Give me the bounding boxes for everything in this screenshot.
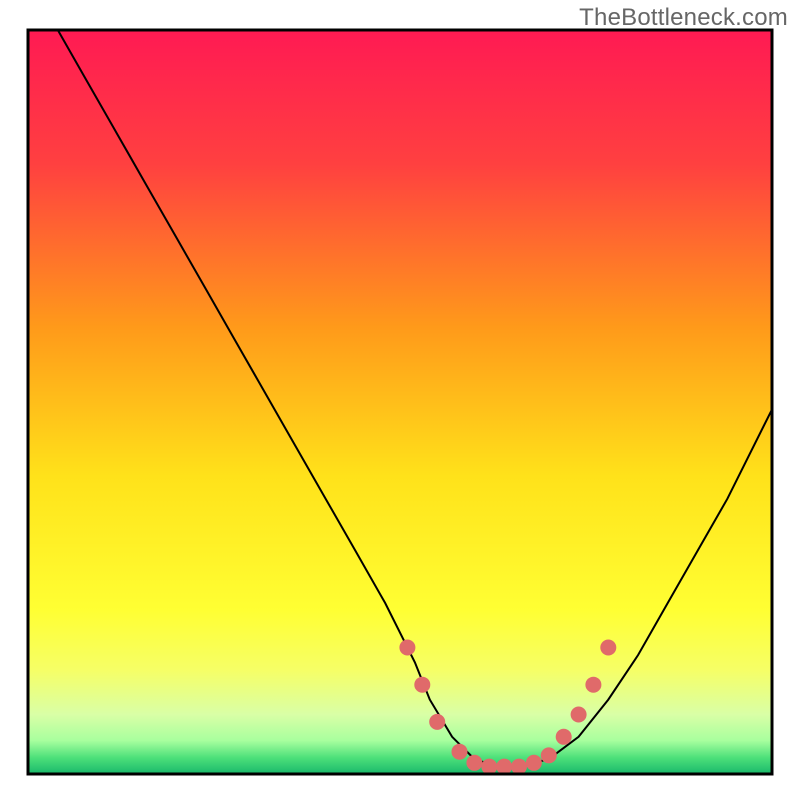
marker-point — [571, 707, 587, 723]
marker-point — [526, 755, 542, 771]
marker-point — [429, 714, 445, 730]
marker-point — [556, 729, 572, 745]
plot-background — [28, 30, 772, 774]
bottleneck-chart — [0, 0, 800, 800]
marker-point — [466, 755, 482, 771]
marker-point — [541, 747, 557, 763]
marker-point — [496, 759, 512, 775]
marker-point — [511, 759, 527, 775]
marker-point — [452, 744, 468, 760]
marker-point — [481, 759, 497, 775]
marker-point — [585, 677, 601, 693]
marker-point — [600, 640, 616, 656]
marker-point — [399, 640, 415, 656]
marker-point — [414, 677, 430, 693]
chart-stage: TheBottleneck.com — [0, 0, 800, 800]
